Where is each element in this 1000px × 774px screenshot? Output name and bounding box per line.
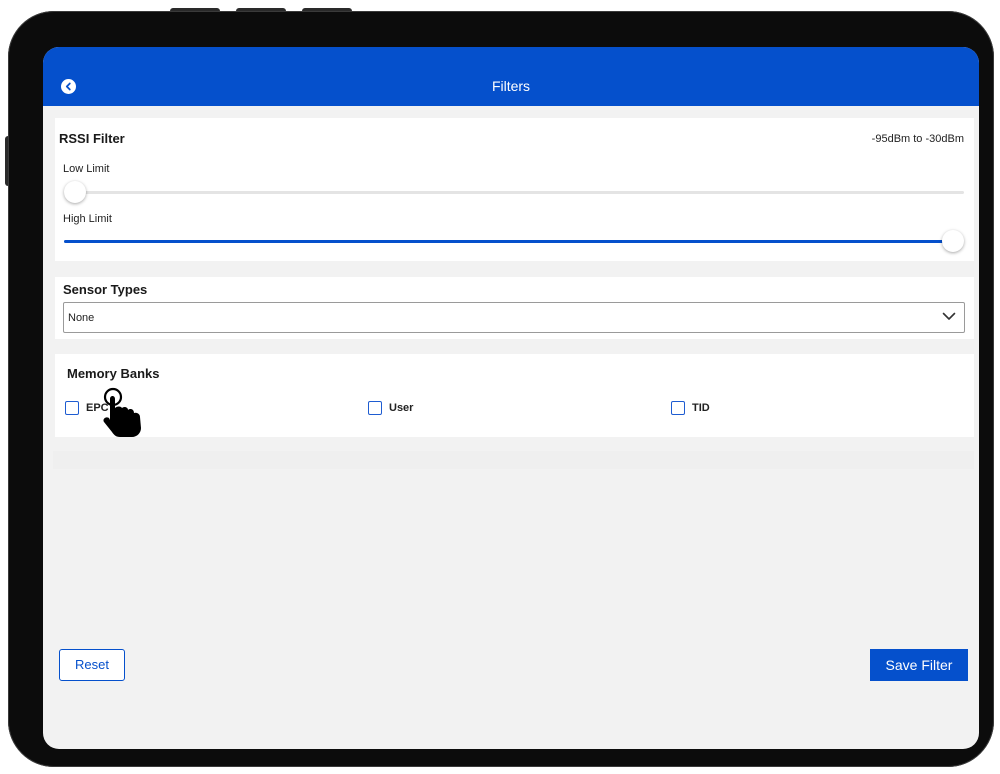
memory-banks-title: Memory Banks <box>67 366 160 381</box>
rssi-filter-title: RSSI Filter <box>59 131 125 146</box>
checkbox-tid-label: TID <box>692 402 710 414</box>
sensor-types-select[interactable]: None <box>63 302 965 333</box>
high-limit-thumb[interactable] <box>942 230 964 252</box>
page-title: Filters <box>491 78 531 94</box>
low-limit-thumb[interactable] <box>64 181 86 203</box>
sensor-types-title: Sensor Types <box>63 282 148 297</box>
rssi-filter-card: RSSI Filter -95dBm to -30dBm Low Limit H… <box>55 118 974 261</box>
high-limit-fill <box>64 240 953 243</box>
checkbox-user-box[interactable] <box>368 401 382 415</box>
low-limit-slider[interactable] <box>64 181 964 203</box>
rssi-range-text: -95dBm to -30dBm <box>871 133 964 145</box>
sensor-types-card: Sensor Types None <box>55 277 974 339</box>
sensor-types-value: None <box>68 312 95 324</box>
checkbox-user-label: User <box>389 402 414 414</box>
checkbox-epc-box[interactable] <box>65 401 79 415</box>
high-limit-slider[interactable] <box>64 230 964 252</box>
save-filter-button[interactable]: Save Filter <box>870 649 968 681</box>
memory-banks-card: Memory Banks EPC User TID <box>55 354 974 437</box>
low-limit-label: Low Limit <box>63 163 110 175</box>
chevron-down-icon <box>942 312 956 320</box>
reset-button[interactable]: Reset <box>59 649 125 681</box>
empty-section <box>53 451 974 469</box>
tap-hand-icon <box>103 387 141 437</box>
high-limit-label: High Limit <box>63 213 112 225</box>
app-screen: Filters RSSI Filter -95dBm to -30dBm Low… <box>43 47 979 749</box>
checkbox-tid-box[interactable] <box>671 401 685 415</box>
app-header: Filters <box>43 47 979 106</box>
